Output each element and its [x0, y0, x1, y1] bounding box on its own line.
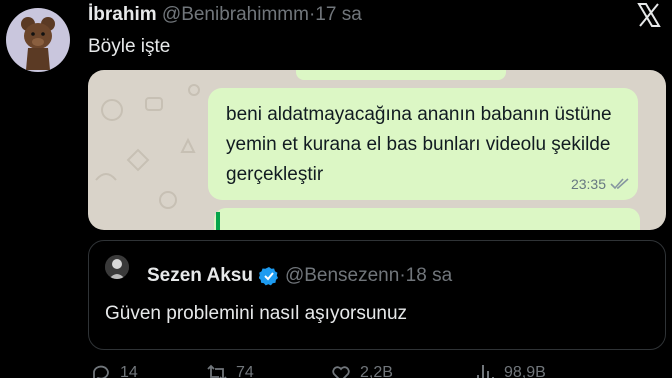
reply-button[interactable]: 14 [90, 362, 138, 378]
next-message-bubble [214, 208, 640, 230]
quote-time[interactable]: 18 sa [406, 265, 452, 286]
reply-icon [93, 365, 109, 378]
author-avatar[interactable] [6, 8, 70, 72]
author-name[interactable]: İbrahim [88, 4, 157, 25]
message-timestamp: 23:35 [571, 176, 630, 192]
like-count: 2,2B [360, 364, 393, 378]
close-button[interactable] [636, 2, 662, 28]
repost-icon [207, 364, 227, 378]
quoted-reply-bar [216, 212, 220, 230]
quote-avatar[interactable] [105, 255, 129, 279]
author-handle[interactable]: @Benibrahimmm [162, 4, 309, 25]
tweet-media[interactable]: beni aldatmayacağına ananın babanın üstü… [88, 70, 666, 230]
tweet-text: Böyle işte [88, 36, 171, 57]
reply-count: 14 [120, 364, 138, 378]
views-count: 98,9B [504, 364, 546, 378]
action-bar: 14 74 2,2B 98,9B [88, 362, 666, 378]
quote-text: Güven problemini nasıl aşıyorsunuz [105, 303, 408, 324]
tweet-header: İbrahim @Benibrahimmm·17 sa [88, 4, 362, 26]
message-time: 23:35 [570, 176, 606, 192]
quote-header: Sezen Aksu @Bensezenn·18 sa [147, 265, 452, 287]
repost-count: 74 [236, 364, 254, 378]
double-check-icon [610, 178, 629, 190]
like-button[interactable]: 2,2B [330, 362, 393, 378]
bear-avatar-icon [21, 17, 55, 70]
quote-author-name[interactable]: Sezen Aksu [147, 265, 253, 287]
close-icon [637, 3, 661, 27]
verified-icon [258, 267, 278, 286]
views-button[interactable]: 98,9B [474, 362, 546, 378]
repost-button[interactable]: 74 [206, 362, 254, 378]
tweet-time[interactable]: 17 sa [315, 4, 361, 25]
quote-avatar-icon [105, 255, 129, 279]
like-icon [332, 366, 350, 378]
quote-author-handle[interactable]: @Bensezenn [285, 265, 399, 286]
message-bubble[interactable]: beni aldatmayacağına ananın babanın üstü… [208, 88, 638, 200]
views-icon [477, 365, 494, 378]
quoted-tweet[interactable]: Sezen Aksu @Bensezenn·18 sa Güven proble… [88, 240, 666, 350]
previous-message-bubble [296, 70, 506, 80]
